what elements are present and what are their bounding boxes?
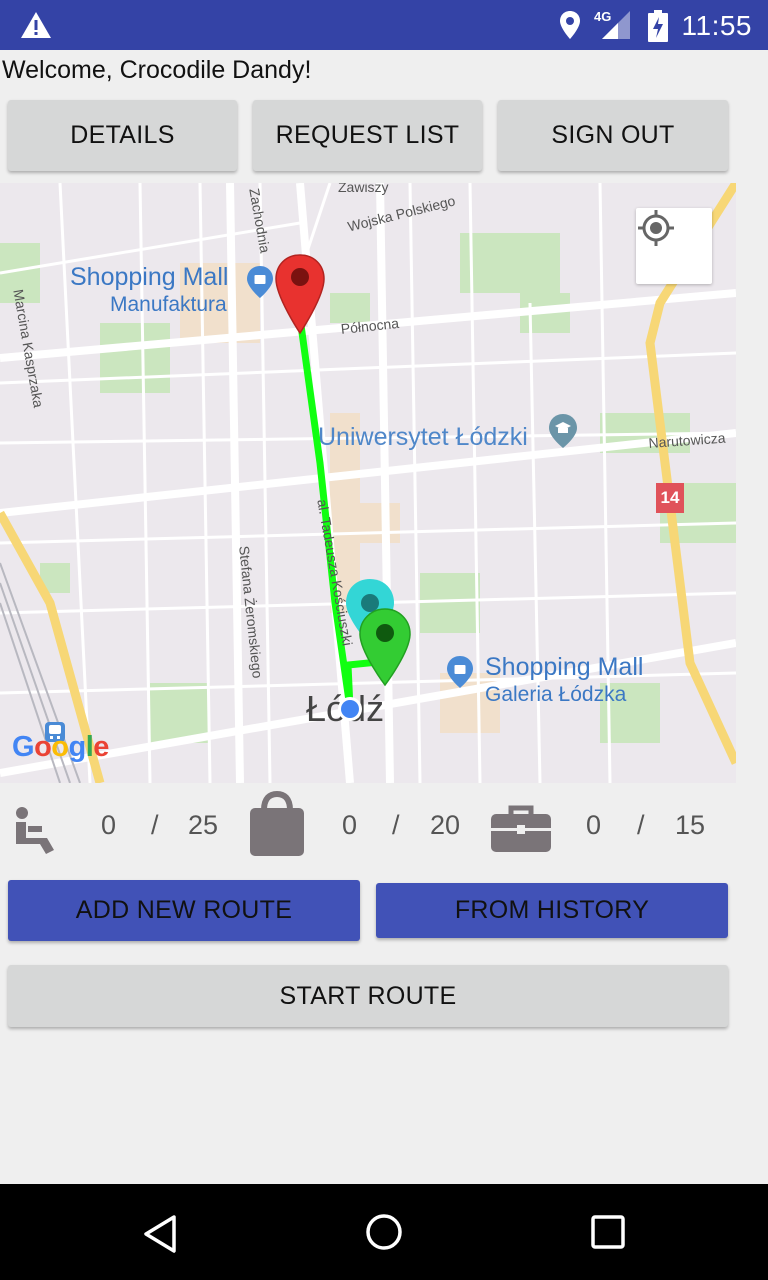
add-new-route-button[interactable]: ADD NEW ROUTE xyxy=(8,880,360,941)
poi-sublabel: Galeria Łódzka xyxy=(485,683,627,706)
shopping-poi-icon-2[interactable] xyxy=(446,655,474,689)
crosshair-icon xyxy=(638,210,674,246)
welcome-message: Welcome, Crocodile Dandy! xyxy=(2,56,312,84)
start-route-button[interactable]: START ROUTE xyxy=(8,965,728,1027)
poi-sublabel: Manufaktura xyxy=(110,293,227,316)
start-marker-icon[interactable] xyxy=(274,253,326,335)
university-poi-icon[interactable] xyxy=(548,413,578,449)
signal-icon xyxy=(602,11,630,39)
location-icon xyxy=(560,11,580,39)
home-icon[interactable] xyxy=(364,1212,404,1252)
sign-out-button[interactable]: SIGN OUT xyxy=(498,100,728,171)
navigation-bar xyxy=(0,1184,768,1280)
seats-current: 0 xyxy=(101,810,117,840)
shopping-poi-icon[interactable] xyxy=(246,265,274,299)
bags-max: 20 xyxy=(430,810,461,840)
request-list-button[interactable]: REQUEST LIST xyxy=(253,100,482,171)
cases-current: 0 xyxy=(586,810,602,840)
from-history-button[interactable]: FROM HISTORY xyxy=(376,883,728,938)
my-location-button[interactable] xyxy=(636,208,712,284)
end-marker-icon[interactable] xyxy=(358,607,412,687)
map-view[interactable]: Shopping Mall Manufaktura Uniwersytet Łó… xyxy=(0,183,736,783)
bag-icon xyxy=(250,790,304,856)
poi-label: Shopping Mall xyxy=(70,263,229,291)
bags-current: 0 xyxy=(342,810,358,840)
seat-icon xyxy=(16,807,54,854)
road-badge: 14 xyxy=(660,488,680,507)
warning-icon xyxy=(21,12,51,38)
street-label: Zawiszy xyxy=(338,183,389,195)
cases-separator: / xyxy=(637,810,645,840)
briefcase-icon xyxy=(491,805,551,852)
recents-icon[interactable] xyxy=(590,1214,626,1250)
poi-label: Uniwersytet Łódzki xyxy=(318,423,528,451)
status-bar: 4G 11:55 xyxy=(0,0,768,50)
seats-separator: / xyxy=(151,810,159,840)
back-icon[interactable] xyxy=(140,1214,180,1254)
clock: 11:55 xyxy=(681,10,752,41)
battery-charging-icon xyxy=(648,10,668,42)
seats-max: 25 xyxy=(188,810,219,840)
poi-label: Shopping Mall xyxy=(485,653,644,681)
bags-separator: / xyxy=(392,810,400,840)
google-logo: Google xyxy=(12,731,109,763)
details-button[interactable]: DETAILS xyxy=(8,100,237,171)
cases-max: 15 xyxy=(675,810,706,840)
current-location-dot-icon xyxy=(338,697,362,721)
capacity-row: 0 / 25 0 / 20 0 / 15 xyxy=(0,790,768,865)
